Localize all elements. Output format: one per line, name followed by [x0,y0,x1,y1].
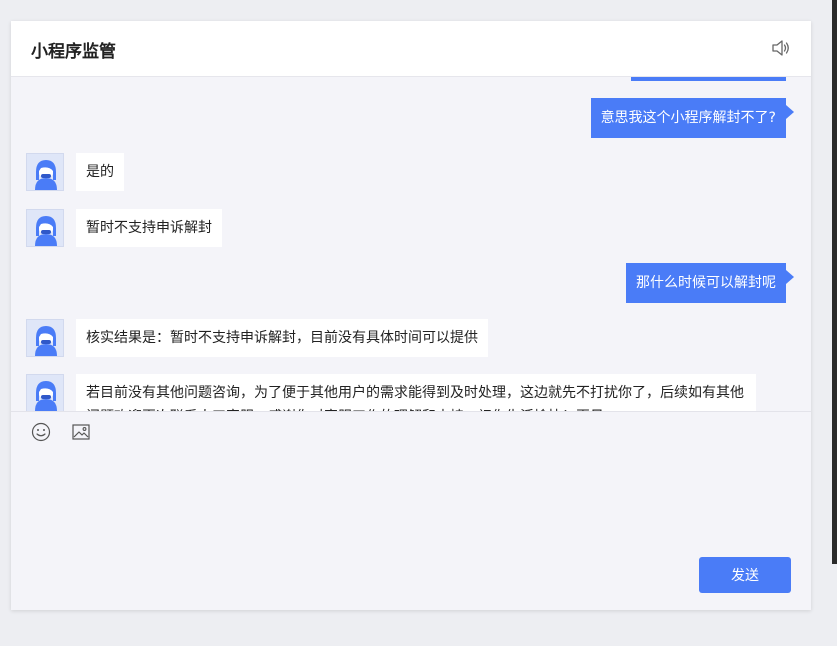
agent-avatar [26,153,64,191]
image-icon[interactable] [71,422,91,442]
composer: 发送 [11,411,811,610]
outgoing-bubble: 意思我这个小程序解封不了? [590,98,795,138]
chat-header: 小程序监管 [11,21,811,77]
message-text: 暂时不支持申诉解封 [86,220,212,236]
speaker-icon[interactable] [771,38,791,58]
agent-avatar [26,209,64,247]
incoming-bubble: 核实结果是：暂时不支持申诉解封，目前没有具体时间可以提供 [76,319,488,357]
message-text: 若目前没有其他问题咨询，为了便于其他用户的需求能得到及时处理，这边就先不打扰你了… [86,385,744,411]
message-text: 是的 [86,164,114,180]
chat-title: 小程序监管 [31,42,116,62]
incoming-bubble: 暂时不支持申诉解封 [76,209,222,247]
message-text: 意思我这个小程序解封不了? [600,110,776,126]
message-list[interactable]: 意思我这个小程序解封不了? 是的 暂时不支持申诉解封 那什么时候可以解封呢 核实… [11,77,811,411]
chat-window: 小程序监管 意思我这个小程序解封不了? 是的 暂时不支持申诉解封 那什么时候可以… [11,21,811,610]
emoji-icon[interactable] [31,422,51,442]
window-edge [832,0,837,564]
agent-avatar [26,319,64,357]
message-text: 核实结果是：暂时不支持申诉解封，目前没有具体时间可以提供 [86,330,478,346]
outgoing-bubble: 那什么时候可以解封呢 [626,263,794,303]
outgoing-bubble-partial [631,77,786,81]
message-text: 那什么时候可以解封呢 [636,275,776,291]
incoming-bubble: 若目前没有其他问题咨询，为了便于其他用户的需求能得到及时处理，这边就先不打扰你了… [76,374,756,411]
send-button[interactable]: 发送 [699,557,791,593]
incoming-bubble: 是的 [76,153,124,191]
agent-avatar [26,374,64,411]
